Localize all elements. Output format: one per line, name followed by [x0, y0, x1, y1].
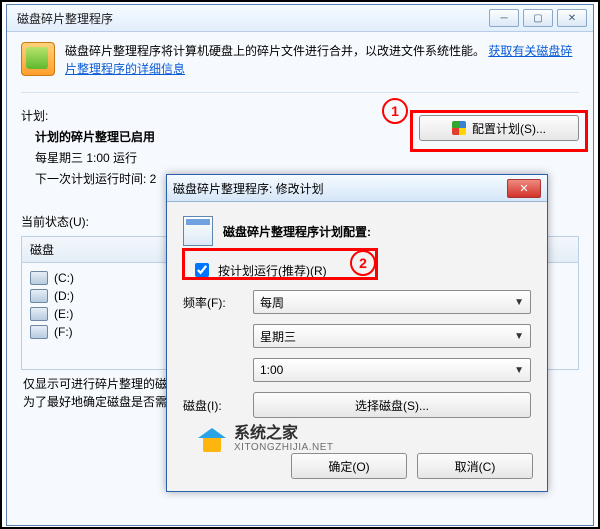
configure-schedule-button[interactable]: 配置计划(S)...	[419, 115, 579, 141]
watermark: 系统之家 XITONGZHIJIA.NET	[198, 427, 334, 455]
disk-label: 磁盘(I):	[183, 397, 253, 414]
uac-shield-icon	[452, 121, 466, 135]
info-text: 磁盘碎片整理程序将计算机硬盘上的碎片文件进行合并，以改进文件系统性能。 获取有关…	[65, 42, 579, 78]
watermark-logo-icon	[198, 428, 226, 454]
drive-icon	[30, 271, 48, 285]
cancel-button[interactable]: 取消(C)	[417, 453, 533, 479]
dialog-title: 磁盘碎片整理程序: 修改计划	[173, 180, 507, 197]
chevron-down-icon: ▼	[514, 365, 524, 376]
drive-icon	[30, 289, 48, 303]
chevron-down-icon: ▼	[514, 331, 524, 342]
close-button[interactable]: ✕	[557, 9, 587, 27]
ok-button[interactable]: 确定(O)	[291, 453, 407, 479]
select-disks-button[interactable]: 选择磁盘(S)...	[253, 392, 531, 418]
run-on-schedule-input[interactable]	[195, 263, 209, 277]
schedule-time-text: 每星期三 1:00 运行	[35, 149, 579, 166]
dialog-titlebar: 磁盘碎片整理程序: 修改计划 ✕	[167, 175, 547, 202]
calendar-icon	[183, 216, 213, 246]
dialog-close-button[interactable]: ✕	[507, 179, 541, 198]
time-select[interactable]: 1:00 ▼	[253, 358, 531, 382]
drive-icon	[30, 307, 48, 321]
footer-note: 仅显示可进行碎片整理的磁 为了最好地确定磁盘是否需	[23, 375, 167, 411]
frequency-label: 频率(F):	[183, 294, 253, 311]
chevron-down-icon: ▼	[514, 297, 524, 308]
dialog-heading: 磁盘碎片整理程序计划配置:	[223, 223, 371, 240]
day-select[interactable]: 星期三 ▼	[253, 324, 531, 348]
frequency-select[interactable]: 每周 ▼	[253, 290, 531, 314]
main-titlebar: 磁盘碎片整理程序 ─ ▢ ✕	[7, 5, 593, 32]
drive-icon	[30, 325, 48, 339]
maximize-button[interactable]: ▢	[523, 9, 553, 27]
defrag-app-icon	[21, 42, 55, 76]
minimize-button[interactable]: ─	[489, 9, 519, 27]
run-on-schedule-checkbox[interactable]: 按计划运行(推荐)(R)	[191, 260, 327, 280]
window-title: 磁盘碎片整理程序	[13, 10, 489, 27]
